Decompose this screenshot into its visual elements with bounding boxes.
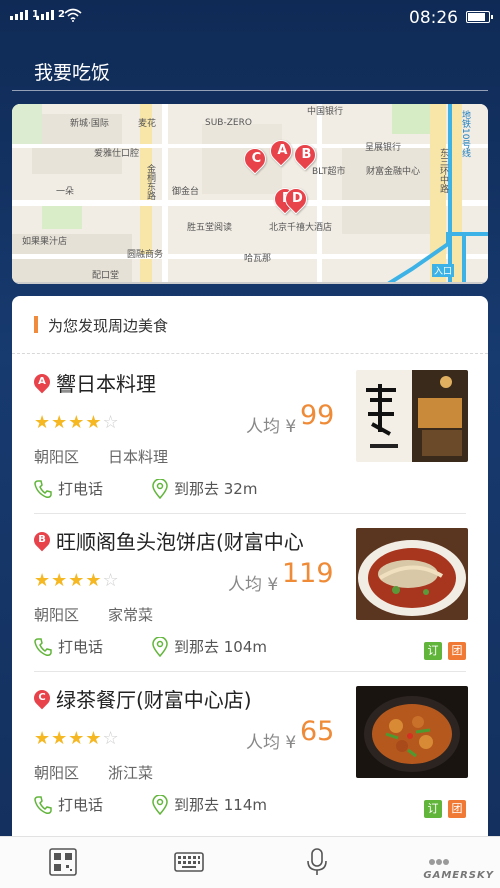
map-label: 呈展银行 — [365, 143, 402, 153]
reservation-tag: 订 — [424, 642, 442, 660]
price: 119 — [282, 558, 334, 589]
per-capita-label: 人均 ¥ — [228, 575, 279, 595]
battery-icon — [466, 11, 493, 23]
map-label: 中国银行 — [307, 107, 344, 117]
phone-icon — [34, 795, 52, 814]
map-label: 地铁10号线 — [460, 110, 470, 158]
map-label: 一朵 — [56, 187, 75, 197]
qr-scan-icon[interactable] — [48, 847, 78, 877]
list-header: 为您发现周边美食 — [12, 296, 488, 354]
phone-icon — [34, 479, 52, 498]
map-label: 爱雅仕口腔 — [94, 149, 140, 159]
marker-badge: C — [30, 686, 54, 710]
location-pin-icon — [152, 636, 168, 657]
cuisine: 浙江菜 — [108, 764, 154, 782]
list-heading: 为您发现周边美食 — [48, 317, 169, 335]
map-label: 哈瓦那 — [244, 254, 272, 264]
restaurant-name: 旺顺阁鱼头泡饼店(财富中心 — [56, 530, 304, 554]
group-deal-tag: 团 — [448, 800, 466, 818]
per-capita-label: 人均 ¥ — [246, 417, 297, 437]
price: 65 — [300, 716, 335, 747]
map-label: 麦花 — [138, 119, 157, 129]
food-list-card: 为您发现周边美食 A 響日本料理 ★★★★☆ 人均 ¥ 99 朝阳区 日本料理 … — [12, 296, 488, 836]
page-title: 我要吃饭 — [34, 62, 111, 84]
map-label: 配口堂 — [92, 271, 120, 281]
marker-badge: A — [30, 370, 54, 394]
map-label: 财富金融中心 — [366, 167, 421, 177]
map-label: 新城·国际 — [70, 119, 109, 129]
restaurant-name: 響日本料理 — [56, 372, 156, 396]
microphone-icon[interactable] — [302, 847, 332, 877]
map-label: 胜五堂阅读 — [187, 223, 233, 233]
clock: 08:26 — [409, 8, 458, 28]
district: 朝阳区 — [34, 448, 80, 466]
cuisine: 家常菜 — [108, 606, 154, 624]
per-capita-label: 人均 ¥ — [246, 733, 297, 753]
signal-strength-icon: 1 — [10, 10, 39, 20]
rating-stars: ★★★★☆ — [34, 728, 120, 749]
restaurant-item[interactable]: C 绿茶餐厅(财富中心店) ★★★★☆ 人均 ¥ 65 朝阳区 浙江菜 打电话 … — [12, 672, 488, 830]
navigate-button[interactable]: 到那去 104m — [152, 636, 267, 657]
rating-stars: ★★★★☆ — [34, 412, 120, 433]
restaurant-name: 绿茶餐厅(财富中心店) — [56, 688, 252, 712]
map-label: 如果果汁店 — [22, 237, 68, 247]
price: 99 — [300, 400, 335, 431]
cuisine: 日本料理 — [108, 448, 169, 466]
group-deal-tag: 团 — [448, 642, 466, 660]
map-label: SUB-ZERO — [205, 118, 252, 128]
location-pin-icon — [152, 794, 168, 815]
district: 朝阳区 — [34, 764, 80, 782]
call-button[interactable]: 打电话 — [34, 478, 103, 499]
location-pin-icon — [152, 478, 168, 499]
call-button[interactable]: 打电话 — [34, 794, 103, 815]
watermark-logo: GAMERSKY — [423, 870, 494, 881]
map-label: 御金台 — [172, 187, 200, 197]
restaurant-item[interactable]: A 響日本料理 ★★★★☆ 人均 ¥ 99 朝阳区 日本料理 打电话 到那去 3… — [12, 356, 488, 514]
restaurant-photo — [356, 528, 468, 620]
call-button[interactable]: 打电话 — [34, 636, 103, 657]
map-label: 东三环中路 — [438, 148, 448, 193]
navigate-button[interactable]: 到那去 114m — [152, 794, 267, 815]
marker-badge: B — [30, 528, 54, 552]
keyboard-icon[interactable] — [174, 847, 204, 877]
status-bar: 1 2 08:26 — [0, 0, 500, 34]
wifi-icon — [64, 8, 82, 22]
restaurant-item[interactable]: B 旺顺阁鱼头泡饼店(财富中心 ★★★★☆ 人均 ¥ 119 朝阳区 家常菜 打… — [12, 514, 488, 672]
map-view[interactable]: 中国银行 新城·国际 麦花 SUB-ZERO 爱雅仕口腔 呈展银行 BLT超市 … — [12, 104, 488, 284]
title-divider — [12, 90, 488, 91]
map-label: 金桐东路 — [145, 164, 155, 200]
map-label: 圆融商务 — [127, 250, 164, 260]
navigate-button[interactable]: 到那去 32m — [152, 478, 257, 499]
rating-stars: ★★★★☆ — [34, 570, 120, 591]
restaurant-photo — [356, 686, 468, 778]
map-label: 北京千禧大酒店 — [269, 223, 333, 233]
restaurant-photo — [356, 370, 468, 462]
reservation-tag: 订 — [424, 800, 442, 818]
accent-bar — [34, 316, 38, 333]
district: 朝阳区 — [34, 606, 80, 624]
signal-strength-icon: 2 — [36, 10, 65, 20]
phone-icon — [34, 637, 52, 656]
map-label: 入口 — [432, 264, 455, 277]
